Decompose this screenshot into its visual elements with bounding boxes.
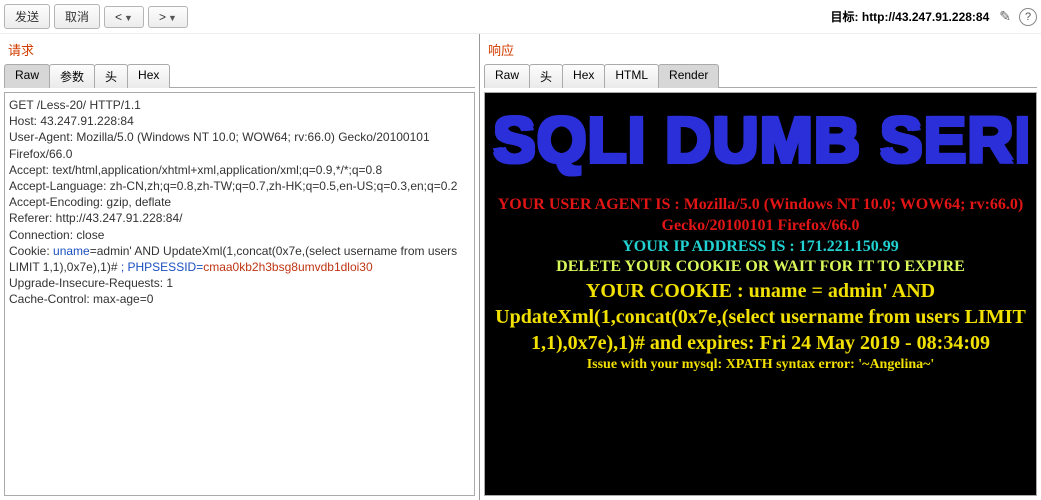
cookie-line: YOUR COOKIE : uname = admin' AND UpdateX… (493, 278, 1028, 356)
tab-html[interactable]: HTML (604, 64, 659, 88)
send-button[interactable]: 发送 (4, 4, 50, 29)
tab-render[interactable]: Render (658, 64, 719, 88)
ip-line: YOUR IP ADDRESS IS : 171.221.150.99 (493, 237, 1028, 258)
tab-hex[interactable]: Hex (127, 64, 170, 88)
edit-target-icon[interactable]: ✎ (999, 8, 1011, 25)
response-title: 响应 (480, 34, 1041, 63)
response-tabs: Raw 头 Hex HTML Render (480, 63, 1041, 87)
request-pane: 请求 Raw 参数 头 Hex GET /Less-20/ HTTP/1.1 H… (0, 34, 480, 500)
top-toolbar: 发送 取消 <▼ >▼ 目标: http://43.247.91.228:84 … (0, 0, 1041, 34)
tab-hex[interactable]: Hex (562, 64, 605, 88)
request-title: 请求 (0, 34, 479, 63)
response-pane: 响应 Raw 头 Hex HTML Render SQLI DUMB SERIE… (480, 34, 1041, 500)
dropdown-icon: ▼ (124, 13, 133, 23)
help-icon[interactable]: ? (1019, 8, 1037, 26)
response-render: SQLI DUMB SERIES YOUR USER AGENT IS : Mo… (484, 92, 1037, 496)
tab-headers[interactable]: 头 (529, 64, 563, 88)
error-line: Issue with your mysql: XPATH syntax erro… (493, 356, 1028, 374)
target-label: 目标: http://43.247.91.228:84 (831, 8, 990, 25)
tab-raw[interactable]: Raw (4, 64, 50, 88)
next-button[interactable]: >▼ (148, 6, 188, 28)
delete-cookie-line: DELETE YOUR COOKIE OR WAIT FOR IT TO EXP… (493, 257, 1028, 278)
cancel-button[interactable]: 取消 (54, 4, 100, 29)
tab-headers[interactable]: 头 (94, 64, 128, 88)
dropdown-icon: ▼ (168, 13, 177, 23)
request-editor[interactable]: GET /Less-20/ HTTP/1.1 Host: 43.247.91.2… (4, 92, 475, 496)
next-group: >▼ (148, 6, 188, 28)
user-agent-line: YOUR USER AGENT IS : Mozilla/5.0 (Window… (493, 195, 1028, 237)
page-heading: SQLI DUMB SERIES (493, 103, 1028, 177)
prev-group: <▼ (104, 6, 144, 28)
request-tabs: Raw 参数 头 Hex (0, 63, 479, 87)
tab-raw[interactable]: Raw (484, 64, 530, 88)
tab-params[interactable]: 参数 (49, 64, 95, 88)
prev-button[interactable]: <▼ (104, 6, 144, 28)
